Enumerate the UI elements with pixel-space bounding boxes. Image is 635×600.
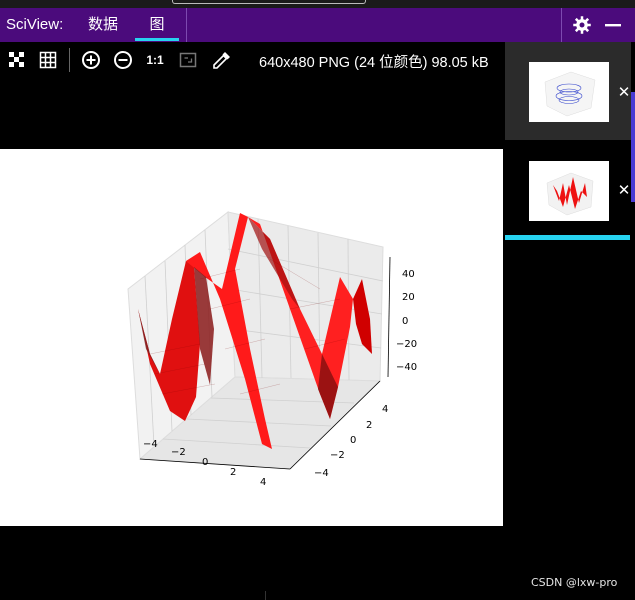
fit-window-icon (179, 52, 197, 68)
zoom-out-button[interactable] (112, 49, 134, 71)
tab-data[interactable]: 数据 (80, 8, 126, 42)
image-info-text: 640x480 PNG (24 位颜色) 98.05 kB (259, 55, 489, 71)
plot-image: 40 20 0 −20 −40 −4 −2 0 2 4 4 2 0 −2 −4 (0, 149, 503, 526)
watermark-text: CSDN @lxw-pro (531, 576, 618, 589)
image-toolbar: 1:1 640x480 PNG (24 位颜色) 98.05 kB (0, 42, 505, 78)
actual-fit-button[interactable] (6, 49, 28, 71)
contour-3d-thumbnail (544, 71, 596, 117)
color-picker-button[interactable] (211, 49, 233, 71)
grid-toggle-button[interactable] (37, 49, 59, 71)
active-tab-indicator (135, 38, 179, 41)
tab-plots[interactable]: 图 (135, 8, 179, 42)
x-tick-2: −2 (171, 447, 186, 458)
grid-icon (39, 51, 57, 69)
thumbnail-surface-plot[interactable] (529, 161, 609, 221)
thumbnail-contour-plot[interactable] (529, 62, 609, 122)
surface-3d-thumbnail (546, 172, 594, 216)
z-tick-3: 0 (402, 316, 408, 327)
scrollbar-thumb[interactable] (631, 92, 635, 202)
y-tick-2: 2 (366, 420, 372, 431)
y-tick-4: −2 (330, 450, 345, 461)
top-element-edge (172, 0, 366, 4)
close-thumbnail-1-button[interactable]: ✕ (617, 85, 631, 100)
bottom-edge-mark (265, 591, 266, 600)
z-tick-2: 20 (402, 292, 415, 303)
header-divider (186, 8, 187, 42)
surface-3d-plot: 40 20 0 −20 −40 −4 −2 0 2 4 4 2 0 −2 −4 (127, 211, 417, 488)
minus-icon (605, 24, 621, 27)
zoom-in-button[interactable] (80, 49, 102, 71)
sciview-window: SciView: 数据 图 1:1 640x480 PNG (24 位颜色) 9… (0, 0, 635, 600)
y-tick-3: 0 (350, 435, 356, 446)
checkerboard-icon (9, 52, 24, 67)
y-tick-5: −4 (314, 468, 329, 479)
y-tick-1: 4 (382, 404, 388, 415)
app-title: SciView: (6, 16, 64, 33)
minimize-button[interactable] (601, 13, 625, 37)
x-tick-1: −4 (143, 439, 158, 450)
x-tick-3: 0 (202, 457, 208, 468)
z-tick-4: −20 (396, 339, 417, 350)
selected-thumbnail-indicator (505, 235, 630, 240)
z-tick-1: 40 (402, 269, 415, 280)
toolbar-separator (69, 48, 70, 72)
close-thumbnail-2-button[interactable]: ✕ (617, 183, 631, 198)
x-tick-4: 2 (230, 467, 236, 478)
eyedropper-icon (213, 52, 230, 69)
zoom-out-icon (114, 51, 132, 69)
header-divider-right (561, 8, 562, 42)
z-tick-5: −40 (396, 362, 417, 373)
x-tick-5: 4 (260, 477, 266, 488)
gear-icon (573, 16, 591, 34)
thumbnail-panel: ✕ ✕ (505, 42, 635, 600)
sciview-header: SciView: 数据 图 (0, 8, 635, 42)
actual-size-button[interactable]: 1:1 (144, 49, 166, 71)
top-strip (0, 0, 635, 8)
fit-to-window-button[interactable] (177, 49, 199, 71)
settings-button[interactable] (570, 13, 594, 37)
zoom-in-icon (82, 51, 100, 69)
